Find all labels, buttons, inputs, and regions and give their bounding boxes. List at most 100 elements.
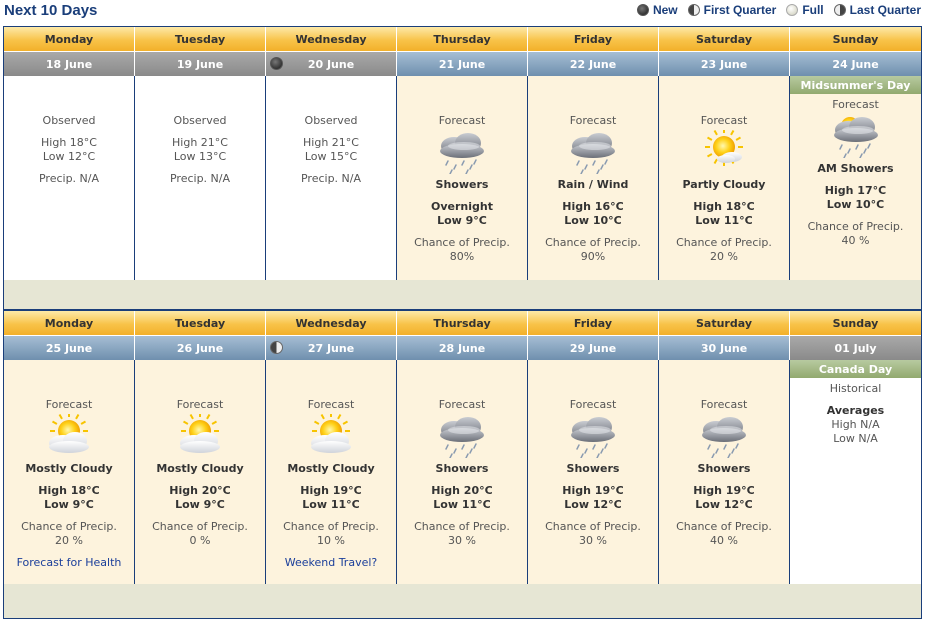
forecast-label: Forecast: [438, 398, 486, 411]
day-name-header: Saturday: [659, 311, 790, 335]
forecast-day-cell[interactable]: Forecast Showers High 20°C Low 11°C Chance o…: [397, 360, 528, 584]
high-temp: High 17°C: [824, 184, 887, 197]
legend-new: New: [631, 3, 678, 17]
forecast-label: Forecast: [438, 114, 486, 127]
moon-last-quarter-icon: [833, 4, 846, 16]
date-row: 18 June 19 June 20 June 21 June 22 June 23 Ju…: [4, 51, 921, 76]
forecast-day-cell[interactable]: Forecast Showers High 19°C Low 12°C Chance o…: [659, 360, 790, 584]
day-name-header: Monday: [4, 27, 135, 51]
precip-chance-label: Chance of Precip.: [545, 236, 641, 249]
forecast-content: Forecast Mostly Cloudy High 18°C Low 9°C Cha…: [4, 398, 134, 570]
forecast-day-cell[interactable]: Forecast Rain / Wind High 16°C Low 10°C Chan…: [528, 76, 659, 280]
forecast-day-cell[interactable]: Forecast Mostly Cloudy High 20°C Low 9°C Cha…: [135, 360, 266, 584]
forecast-day-cell[interactable]: Forecast Partly Cloudy High 18°C Low 11°C Ch…: [659, 76, 790, 280]
forecast-day-cell[interactable]: Forecast Mostly Cloudy High 18°C Low 9°C Cha…: [4, 360, 135, 584]
precip-chance-value: 40 %: [710, 534, 738, 547]
averages-label: Averages: [826, 404, 885, 417]
showers-icon: [696, 414, 752, 459]
condition-text: Partly Cloudy: [682, 178, 766, 191]
observed-day-cell: Observed High 21°C Low 13°C Precip. N/A: [135, 76, 266, 280]
day-name-header: Wednesday: [266, 27, 397, 51]
day-name-header: Wednesday: [266, 311, 397, 335]
forecast-day-cell[interactable]: Forecast Showers High 19°C Low 12°C Chance o…: [528, 360, 659, 584]
page-title: Next 10 Days: [4, 2, 98, 19]
condition-text: AM Showers: [817, 162, 894, 175]
forecast-label: Forecast: [569, 114, 617, 127]
mostly-cloudy-icon: [41, 412, 97, 458]
week-1-grid: Monday Tuesday Wednesday Thursday Friday Satu…: [3, 26, 922, 310]
date-header: 19 June: [135, 52, 266, 76]
forecast-label: Forecast: [700, 114, 748, 127]
date-label: 20 June: [307, 57, 355, 71]
day-name-header: Tuesday: [135, 27, 266, 51]
low-temp: Low 11°C: [433, 498, 491, 511]
date-header: 30 June: [659, 336, 790, 360]
info-link[interactable]: Weekend Travel?: [266, 556, 396, 570]
forecast-content: Forecast Mostly Cloudy High 20°C Low 9°C Cha…: [135, 398, 265, 548]
forecast-day-cell[interactable]: Midsummer's Day Forecast AM Showers High 17…: [790, 76, 921, 280]
forecast-row: Forecast Mostly Cloudy High 18°C Low 9°C Cha…: [4, 360, 921, 584]
high-temp: Overnight: [431, 200, 493, 213]
precip-chance-value: 30 %: [579, 534, 607, 547]
high-temp: High 16°C: [562, 200, 624, 213]
partly-cloudy-icon: [696, 128, 752, 174]
condition-text: Mostly Cloudy: [287, 462, 375, 475]
legend-label: New: [652, 3, 678, 17]
date-label: 25 June: [45, 341, 93, 355]
forecast-content: Forecast Showers High 20°C Low 11°C Chance o…: [397, 398, 527, 548]
precip-chance-label: Chance of Precip.: [414, 236, 510, 249]
legend-last-quarter: Last Quarter: [828, 3, 921, 17]
precip-value: Precip. N/A: [169, 172, 231, 185]
observed-label: Observed: [173, 114, 227, 127]
moon-new-icon: [636, 4, 649, 16]
date-header: 28 June: [397, 336, 528, 360]
precip-chance-label: Chance of Precip.: [545, 520, 641, 533]
date-header: 20 June: [266, 52, 397, 76]
precip-chance-label: Chance of Precip.: [21, 520, 117, 533]
high-temp: High 20°C: [431, 484, 493, 497]
historical-day-cell: Canada Day Historical Averages High N/A Low …: [790, 360, 921, 584]
forecast-label: Forecast: [832, 98, 879, 111]
info-link[interactable]: Forecast for Health: [4, 556, 134, 570]
forecast-row: Observed High 18°C Low 12°C Precip. N/A Obse…: [4, 76, 921, 280]
date-label: 30 June: [700, 341, 748, 355]
mostly-cloudy-icon: [303, 412, 359, 458]
low-temp: Low 12°C: [564, 498, 622, 511]
observed-label: Observed: [42, 114, 96, 127]
forecast-content: Forecast Showers High 19°C Low 12°C Chance o…: [528, 398, 658, 548]
high-temp: High 21°C: [172, 136, 228, 149]
high-temp: High 18°C: [38, 484, 100, 497]
date-row: 25 June 26 June 27 June 28 June 29 June 30 Ju…: [4, 335, 921, 360]
precip-value: Precip. N/A: [300, 172, 362, 185]
precip-chance-value: 90%: [580, 250, 606, 263]
low-temp: Low 11°C: [695, 214, 753, 227]
observed-day-cell: Observed High 21°C Low 15°C Precip. N/A: [266, 76, 397, 280]
forecast-content: Forecast Partly Cloudy High 18°C Low 11°C Ch…: [659, 114, 789, 264]
precip-chance-value: 20 %: [55, 534, 83, 547]
low-temp: Low 10°C: [826, 198, 885, 211]
high-temp: High N/A: [831, 418, 880, 431]
forecast-content: Forecast Showers Overnight Low 9°C Chance of…: [397, 114, 527, 264]
date-label: 22 June: [569, 57, 617, 71]
week-2-grid: Monday Tuesday Wednesday Thursday Friday Satu…: [3, 310, 922, 619]
forecast-day-cell[interactable]: Forecast Mostly Cloudy High 19°C Low 11°C Ch…: [266, 360, 397, 584]
low-temp: Low 12°C: [695, 498, 753, 511]
date-label: 19 June: [176, 57, 224, 71]
condition-text: Showers: [566, 462, 620, 475]
legend-label: Full: [802, 3, 824, 17]
day-name-header: Monday: [4, 311, 135, 335]
forecast-day-cell[interactable]: Forecast Showers Overnight Low 9°C Chance of…: [397, 76, 528, 280]
forecast-label: Forecast: [307, 398, 355, 411]
day-name-header: Thursday: [397, 27, 528, 51]
date-label: 27 June: [307, 341, 355, 355]
am-showers-icon: [828, 114, 884, 159]
condition-text: Rain / Wind: [557, 178, 629, 191]
holiday-banner: Canada Day: [790, 360, 921, 378]
week-footer: [4, 584, 921, 620]
low-temp: Low 9°C: [437, 214, 487, 227]
forecast-label: Forecast: [45, 398, 93, 411]
date-header: 26 June: [135, 336, 266, 360]
date-header: 01 July: [790, 336, 921, 360]
precip-chance-label: Chance of Precip.: [283, 520, 379, 533]
high-temp: High 19°C: [693, 484, 755, 497]
